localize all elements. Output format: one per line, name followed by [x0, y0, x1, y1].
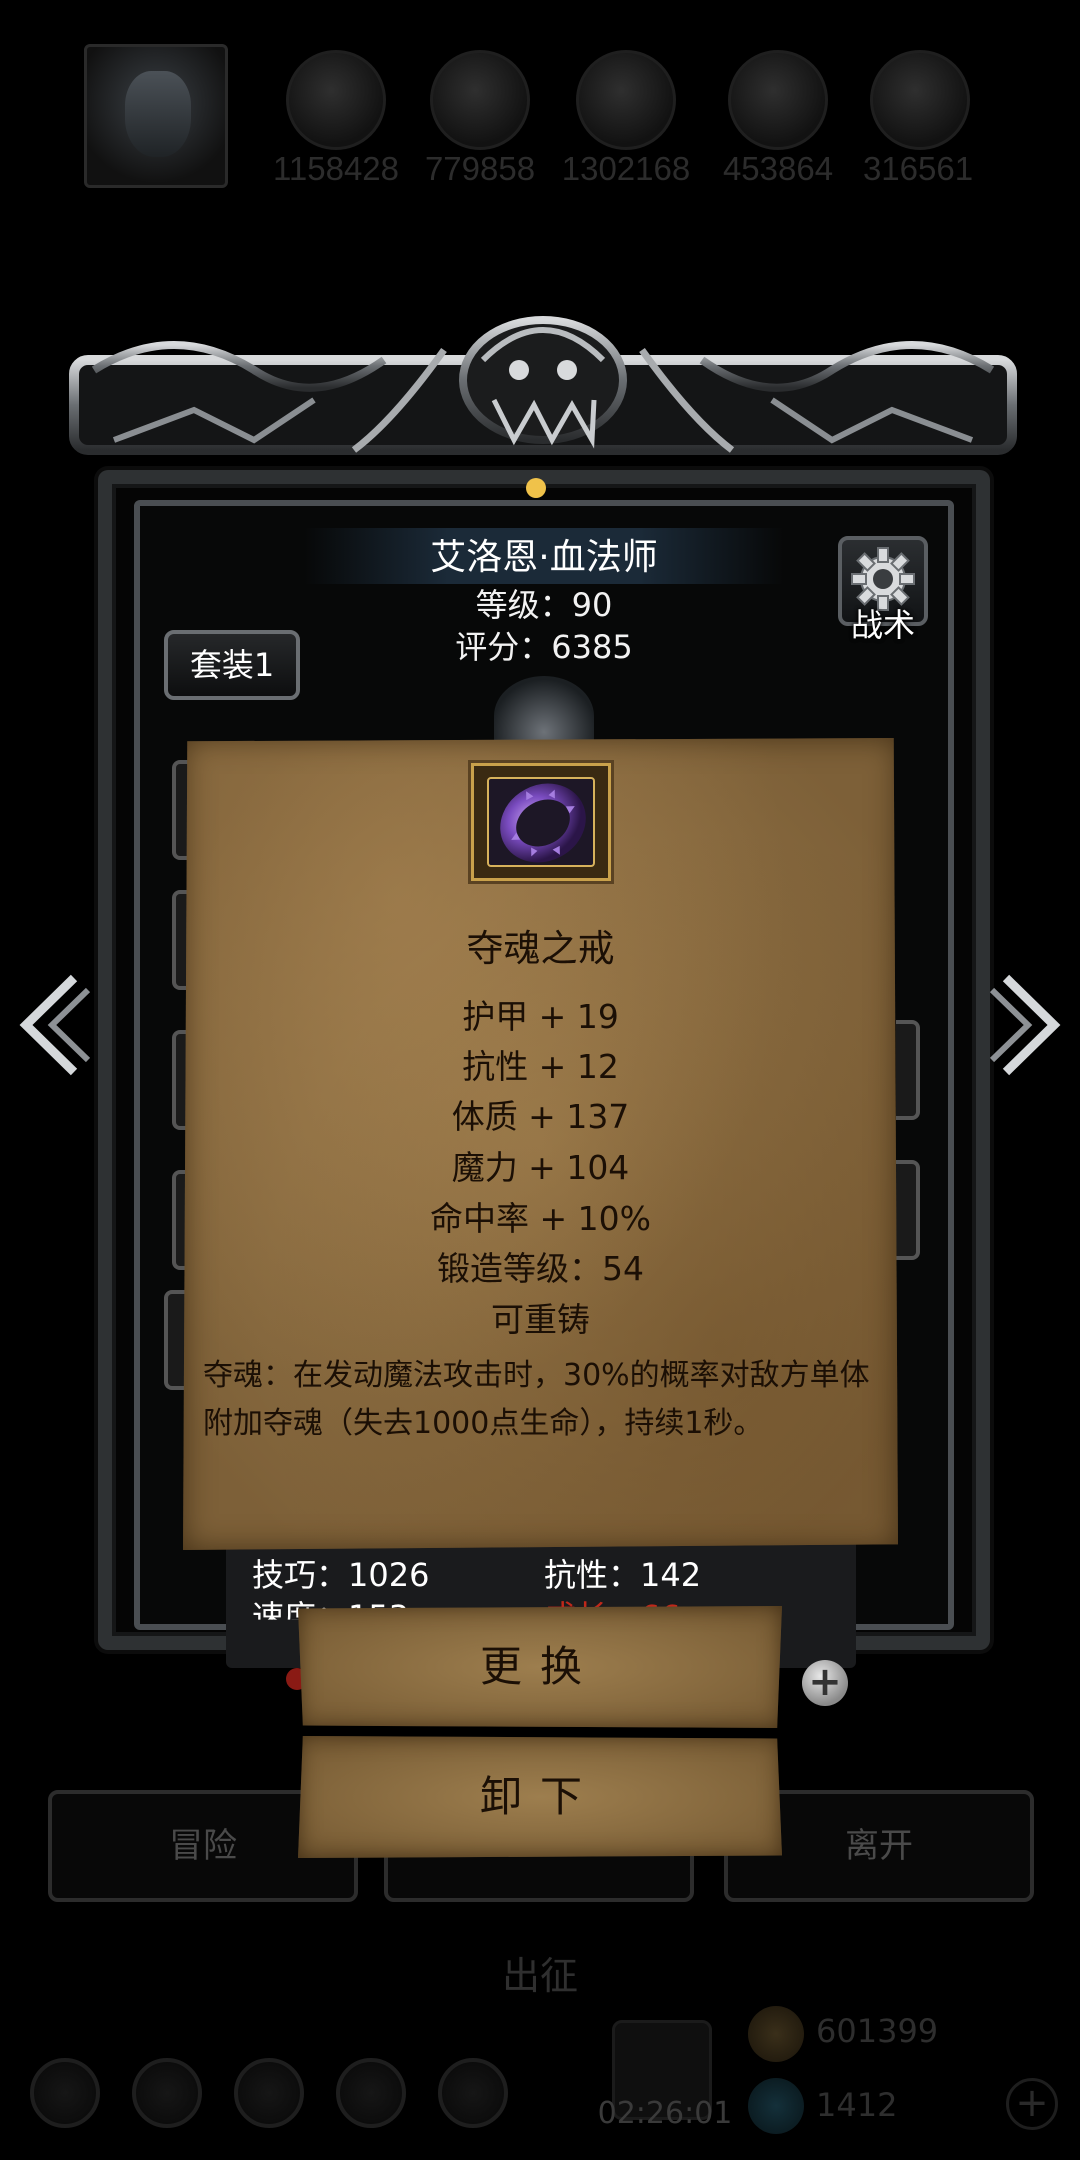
item-stat-magic: 魔力 + 104	[451, 1148, 630, 1187]
menu-icon-5[interactable]	[438, 2058, 508, 2128]
item-stat-armor: 护甲 + 19	[462, 997, 619, 1036]
equip-slot-right-2[interactable]	[896, 1160, 920, 1260]
hero-avatar[interactable]	[84, 44, 228, 188]
item-description: 夺魂：在发动魔法攻击时，30%的概率对敌方单体附加夺魂（失去1000点生命），持…	[203, 1358, 870, 1441]
resource-value-5: 316561	[862, 150, 974, 187]
hero-level: 等级：90	[475, 586, 613, 624]
item-icon-frame	[468, 760, 614, 884]
equip-slot-right-1[interactable]	[896, 1020, 920, 1120]
item-stat-resistance: 抗性 + 12	[462, 1047, 619, 1086]
menu-icon-2[interactable]	[132, 2058, 202, 2128]
item-forge-level: 锻造等级：54	[437, 1249, 644, 1288]
item-stat-hit-rate: 命中率 + 10%	[430, 1199, 651, 1238]
item-name: 夺魂之戒	[466, 927, 615, 970]
gem-value: 1412	[816, 2086, 898, 2124]
gold-value: 601399	[816, 2012, 939, 2050]
crystal-icon	[728, 50, 828, 150]
add-currency-button[interactable]: +	[1006, 2078, 1058, 2130]
menu-icon-1[interactable]	[30, 2058, 100, 2128]
resource-value-2: 779858	[424, 150, 536, 187]
wing-icon	[870, 50, 970, 150]
item-stat-constitution: 体质 + 137	[451, 1097, 630, 1136]
tactics-label: 战术	[850, 606, 915, 644]
equipment-set-button[interactable]: 套装1	[164, 630, 300, 700]
menu-icon-4[interactable]	[336, 2058, 406, 2128]
hero-power-icon	[286, 50, 386, 150]
purple-ring-icon	[500, 783, 586, 863]
demon-crest-ornament	[69, 316, 1017, 498]
add-stat-button[interactable]: +	[802, 1660, 848, 1706]
gift-timer: 02:26:01	[597, 2096, 733, 2131]
unequip-button[interactable]: 卸下	[298, 1736, 782, 1858]
top-resource-bar: 1158428 779858 1302168 453864 316561	[0, 40, 1080, 200]
resource-value-1: 1158428	[272, 150, 400, 187]
item-reforgeable: 可重铸	[491, 1300, 590, 1339]
gold-bars-icon	[430, 50, 530, 150]
tactics-button[interactable]: 战术	[838, 536, 928, 646]
stat-skill: 技巧：1026	[252, 1556, 430, 1594]
resource-value-4: 453864	[722, 150, 834, 187]
iron-ingot-icon	[576, 50, 676, 150]
replace-button[interactable]: 更换	[298, 1606, 782, 1728]
hero-score: 评分：6385	[455, 628, 633, 666]
stat-resistance: 抗性：142	[544, 1556, 702, 1594]
expedition-label[interactable]: 出征	[440, 1945, 640, 2000]
next-hero-arrow-icon[interactable]	[986, 970, 1066, 1080]
previous-hero-arrow-icon[interactable]	[14, 970, 94, 1080]
gold-coin-icon	[748, 2006, 804, 2062]
hero-name: 艾洛恩·血法师	[430, 537, 658, 578]
resource-value-3: 1302168	[561, 150, 691, 187]
menu-icon-3[interactable]	[234, 2058, 304, 2128]
gem-icon	[748, 2078, 804, 2134]
